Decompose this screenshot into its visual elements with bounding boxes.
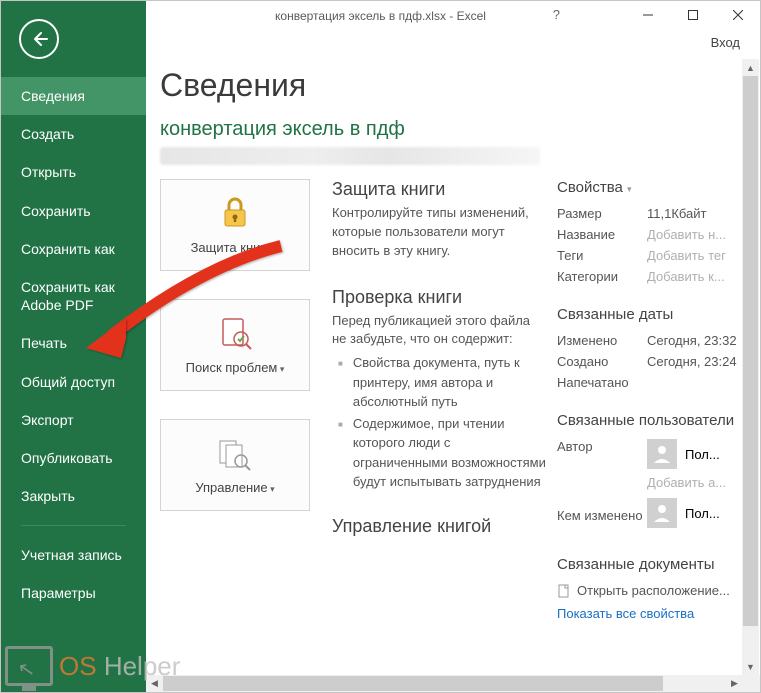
sidebar-item-info[interactable]: Сведения [1,77,146,115]
sidebar-item-save-as[interactable]: Сохранить как [1,230,146,268]
inspect-bullet: Свойства документа, путь к принтеру, имя… [332,353,547,412]
sidebar-item-save-adobe-pdf[interactable]: Сохранить как Adobe PDF [1,268,146,324]
back-button[interactable] [19,19,59,59]
properties-title[interactable]: Свойства ▾ [557,179,742,196]
protect-section-title: Защита книги [332,179,547,200]
scroll-thumb[interactable] [743,76,758,626]
avatar-icon [647,498,677,528]
scroll-down-icon[interactable]: ▼ [742,658,759,675]
document-path [160,147,540,165]
manage-section-title: Управление книгой [332,516,547,537]
watermark: ↖ OS Helper [5,646,180,686]
property-row: ТегиДобавить тег [557,248,742,263]
sign-in-link[interactable]: Вход [711,35,740,50]
check-issues-button[interactable]: Поиск проблем ▾ [160,299,310,391]
add-author[interactable]: Добавить а... [647,475,726,490]
protect-workbook-button[interactable]: Защита книги ▾ [160,179,310,271]
inspect-bullet: Содержимое, при чтении которого люди с о… [332,414,547,492]
lock-icon [215,195,255,236]
sidebar-item-save[interactable]: Сохранить [1,192,146,230]
window-title: конвертация эксель в пдф.xlsx - Excel [275,9,486,23]
property-row: НазваниеДобавить н... [557,227,742,242]
scroll-corner [743,675,760,692]
monitor-icon: ↖ [5,646,53,686]
protect-section-body: Контролируйте типы изменений, которые по… [332,204,547,261]
sidebar-separator [21,525,126,526]
inspect-section-title: Проверка книги [332,287,547,308]
sidebar-item-account[interactable]: Учетная запись [1,536,146,574]
sidebar-item-new[interactable]: Создать [1,115,146,153]
sidebar-item-open[interactable]: Открыть [1,153,146,191]
document-icon [557,584,571,598]
sidebar-item-publish[interactable]: Опубликовать [1,439,146,477]
date-row: СозданоСегодня, 23:24 [557,354,742,369]
author-label: Автор [557,439,647,454]
date-row: ИзмененоСегодня, 23:32 [557,333,742,348]
content-area: Сведения конвертация эксель в пдф Защита… [146,59,742,674]
avatar-icon [647,439,677,469]
vertical-scrollbar[interactable]: ▲ ▼ [742,59,759,692]
modified-by-entry[interactable]: Пол... [647,498,720,528]
date-row: Напечатано [557,375,742,390]
inspect-bullets: Свойства документа, путь к принтеру, имя… [332,353,547,492]
sidebar-item-options[interactable]: Параметры [1,574,146,612]
related-users-title: Связанные пользователи [557,412,742,429]
sidebar-item-close[interactable]: Закрыть [1,477,146,515]
related-dates-title: Связанные даты [557,306,742,323]
sidebar-item-export[interactable]: Экспорт [1,401,146,439]
property-row: КатегорииДобавить к... [557,269,742,284]
inspect-section-body: Перед публикацией этого файла не забудьт… [332,312,547,350]
related-docs-title: Связанные документы [557,556,742,573]
manage-workbook-button[interactable]: Управление ▾ [160,419,310,511]
modified-by-label: Кем изменено [557,508,647,524]
show-all-properties[interactable]: Показать все свойства [557,606,742,621]
help-icon[interactable]: ? [553,7,560,22]
page-title: Сведения [160,67,742,104]
scroll-thumb[interactable] [163,676,663,691]
sidebar-item-share[interactable]: Общий доступ [1,363,146,401]
horizontal-scrollbar[interactable]: ◀ ▶ [146,675,743,692]
author-entry[interactable]: Пол... [647,439,726,469]
manage-icon [215,435,255,476]
minimize-button[interactable] [625,1,670,29]
open-file-location[interactable]: Открыть расположение... [557,583,742,598]
sidebar-item-print[interactable]: Печать [1,324,146,362]
maximize-button[interactable] [670,1,715,29]
document-name: конвертация эксель в пдф [160,118,742,141]
backstage-sidebar: Сведения Создать Открыть Сохранить Сохра… [1,1,146,692]
scroll-up-icon[interactable]: ▲ [742,59,759,76]
close-button[interactable] [715,1,760,29]
property-row: Размер11,1Кбайт [557,206,742,221]
scroll-right-icon[interactable]: ▶ [726,675,743,692]
checklist-icon [215,315,255,356]
